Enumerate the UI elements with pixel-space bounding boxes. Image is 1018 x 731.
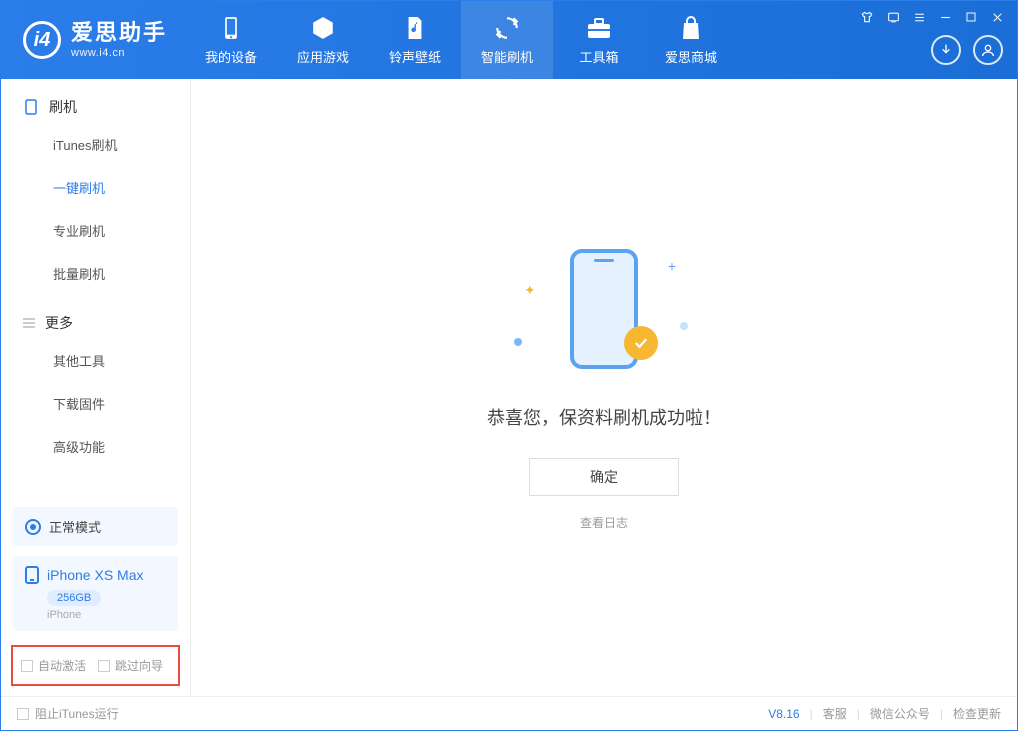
statusbar: 阻止iTunes运行 V8.16 | 客服 | 微信公众号 | 检查更新 [1, 696, 1017, 730]
device-info[interactable]: iPhone XS Max 256GB iPhone [13, 556, 178, 631]
success-message: 恭喜您，保资料刷机成功啦！ [487, 404, 721, 430]
nav-tabs: 我的设备 应用游戏 铃声壁纸 智能刷机 工具箱 爱思商城 [185, 1, 737, 79]
list-icon [23, 318, 35, 328]
logo-icon: i4 [23, 21, 61, 59]
main-content: ✦ + 恭喜您，保资料刷机成功啦！ 确定 查看日志 [191, 79, 1017, 696]
status-link-wechat[interactable]: 微信公众号 [870, 705, 930, 722]
view-log-link[interactable]: 查看日志 [580, 514, 628, 531]
refresh-shield-icon [494, 15, 520, 41]
sidebar-section-flash: 刷机 [1, 79, 190, 123]
sidebar-item-download-firmware[interactable]: 下载固件 [1, 382, 190, 425]
user-button[interactable] [973, 35, 1003, 65]
tab-store[interactable]: 爱思商城 [645, 1, 737, 79]
bag-icon [678, 15, 704, 41]
close-button[interactable] [989, 9, 1005, 25]
music-file-icon [402, 15, 428, 41]
maximize-button[interactable] [963, 9, 979, 25]
window-controls [859, 9, 1005, 25]
phone-icon [218, 15, 244, 41]
sidebar-item-pro-flash[interactable]: 专业刷机 [1, 209, 190, 252]
titlebar: i4 爱思助手 www.i4.cn 我的设备 应用游戏 铃声壁纸 智能刷机 [1, 1, 1017, 79]
device-small-icon [23, 99, 39, 115]
sidebar-section-more: 更多 [1, 295, 190, 339]
tab-ringtones-wallpapers[interactable]: 铃声壁纸 [369, 1, 461, 79]
dot-decor [514, 338, 522, 346]
success-check-icon [624, 326, 658, 360]
tab-toolbox[interactable]: 工具箱 [553, 1, 645, 79]
sidebar-item-itunes-flash[interactable]: iTunes刷机 [1, 123, 190, 166]
sidebar-item-advanced[interactable]: 高级功能 [1, 425, 190, 468]
logo: i4 爱思助手 www.i4.cn [1, 1, 185, 79]
sparkle-icon: ✦ [524, 282, 536, 299]
checkbox-icon [98, 660, 110, 672]
sidebar-item-oneclick-flash[interactable]: 一键刷机 [1, 166, 190, 209]
app-url: www.i4.cn [71, 47, 167, 60]
success-illustration: ✦ + [514, 244, 694, 374]
device-phone-icon [25, 566, 39, 584]
options-highlight: 自动激活 跳过向导 [11, 645, 180, 686]
version-label: V8.16 [768, 707, 799, 721]
tab-my-device[interactable]: 我的设备 [185, 1, 277, 79]
checkbox-icon [17, 708, 29, 720]
sidebar-item-other-tools[interactable]: 其他工具 [1, 339, 190, 382]
device-mode[interactable]: 正常模式 [13, 507, 178, 546]
ok-button[interactable]: 确定 [529, 458, 679, 496]
sidebar: 刷机 iTunes刷机 一键刷机 专业刷机 批量刷机 更多 其他工具 下载固件 … [1, 79, 191, 696]
cube-icon [310, 15, 336, 41]
device-type: iPhone [47, 609, 166, 621]
checkbox-skip-guide[interactable]: 跳过向导 [98, 657, 163, 674]
menu-icon[interactable] [911, 9, 927, 25]
tab-apps-games[interactable]: 应用游戏 [277, 1, 369, 79]
sidebar-item-batch-flash[interactable]: 批量刷机 [1, 252, 190, 295]
status-link-support[interactable]: 客服 [823, 705, 847, 722]
mode-indicator-icon [25, 519, 41, 535]
app-name: 爱思助手 [71, 20, 167, 46]
tshirt-icon[interactable] [859, 9, 875, 25]
checkbox-block-itunes[interactable]: 阻止iTunes运行 [17, 705, 119, 722]
tab-smart-flash[interactable]: 智能刷机 [461, 1, 553, 79]
dot-decor [680, 322, 688, 330]
device-name: iPhone XS Max [47, 567, 144, 583]
minimize-button[interactable] [937, 9, 953, 25]
app-window: i4 爱思助手 www.i4.cn 我的设备 应用游戏 铃声壁纸 智能刷机 [0, 0, 1018, 731]
body: 刷机 iTunes刷机 一键刷机 专业刷机 批量刷机 更多 其他工具 下载固件 … [1, 79, 1017, 696]
sparkle-icon: + [668, 258, 676, 274]
download-button[interactable] [931, 35, 961, 65]
checkbox-icon [21, 660, 33, 672]
device-mode-label: 正常模式 [49, 517, 101, 536]
feedback-icon[interactable] [885, 9, 901, 25]
checkbox-auto-activate[interactable]: 自动激活 [21, 657, 86, 674]
toolbox-icon [586, 15, 612, 41]
device-capacity: 256GB [47, 590, 101, 606]
status-link-update[interactable]: 检查更新 [953, 705, 1001, 722]
